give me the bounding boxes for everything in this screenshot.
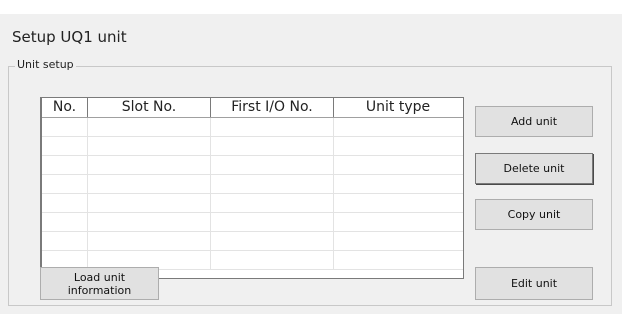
- table-cell: [334, 118, 462, 136]
- table-header: No. Slot No. First I/O No. Unit type: [42, 98, 463, 118]
- column-header-no[interactable]: No.: [42, 98, 88, 117]
- table-cell: [211, 118, 334, 136]
- group-legend: Unit setup: [15, 58, 76, 71]
- add-unit-button[interactable]: Add unit: [475, 106, 593, 137]
- dialog-window: Setup UQ1 unit Unit setup No. Slot No. F…: [0, 14, 622, 314]
- table-cell: [334, 175, 462, 193]
- table-row[interactable]: [42, 118, 463, 137]
- delete-unit-button[interactable]: Delete unit: [475, 153, 593, 184]
- table-cell: [88, 232, 211, 250]
- unit-setup-group: Unit setup No. Slot No. First I/O No. Un…: [8, 58, 612, 306]
- table-row[interactable]: [42, 194, 463, 213]
- table-cell: [211, 232, 334, 250]
- table-cell: [334, 137, 462, 155]
- table-cell: [88, 118, 211, 136]
- table-row[interactable]: [42, 137, 463, 156]
- table-cell: [88, 213, 211, 231]
- table-cell: [88, 175, 211, 193]
- dialog-title: Setup UQ1 unit: [12, 28, 127, 46]
- table-cell: [334, 156, 462, 174]
- table-row[interactable]: [42, 175, 463, 194]
- table-cell: [334, 194, 462, 212]
- copy-unit-button[interactable]: Copy unit: [475, 199, 593, 230]
- table-row[interactable]: [42, 156, 463, 175]
- unit-table[interactable]: No. Slot No. First I/O No. Unit type: [40, 97, 464, 279]
- table-row[interactable]: [42, 232, 463, 251]
- table-cell: [334, 213, 462, 231]
- table-cell: [211, 137, 334, 155]
- column-header-slot-no[interactable]: Slot No.: [88, 98, 211, 117]
- table-cell: [211, 194, 334, 212]
- table-body: [42, 118, 463, 270]
- table-row[interactable]: [42, 213, 463, 232]
- table-cell: [42, 118, 88, 136]
- table-cell: [42, 213, 88, 231]
- table-cell: [88, 194, 211, 212]
- table-cell: [334, 232, 462, 250]
- table-cell: [42, 194, 88, 212]
- edit-unit-button[interactable]: Edit unit: [475, 267, 593, 300]
- table-cell: [88, 137, 211, 155]
- column-header-first-io-no[interactable]: First I/O No.: [211, 98, 334, 117]
- table-cell: [211, 156, 334, 174]
- table-cell: [42, 232, 88, 250]
- table-cell: [42, 156, 88, 174]
- table-cell: [88, 156, 211, 174]
- table-cell: [334, 251, 462, 269]
- table-cell: [42, 137, 88, 155]
- column-header-unit-type[interactable]: Unit type: [334, 98, 462, 117]
- load-unit-information-button[interactable]: Load unit information: [40, 267, 159, 300]
- table-cell: [211, 175, 334, 193]
- table-cell: [211, 251, 334, 269]
- table-cell: [211, 213, 334, 231]
- table-cell: [42, 175, 88, 193]
